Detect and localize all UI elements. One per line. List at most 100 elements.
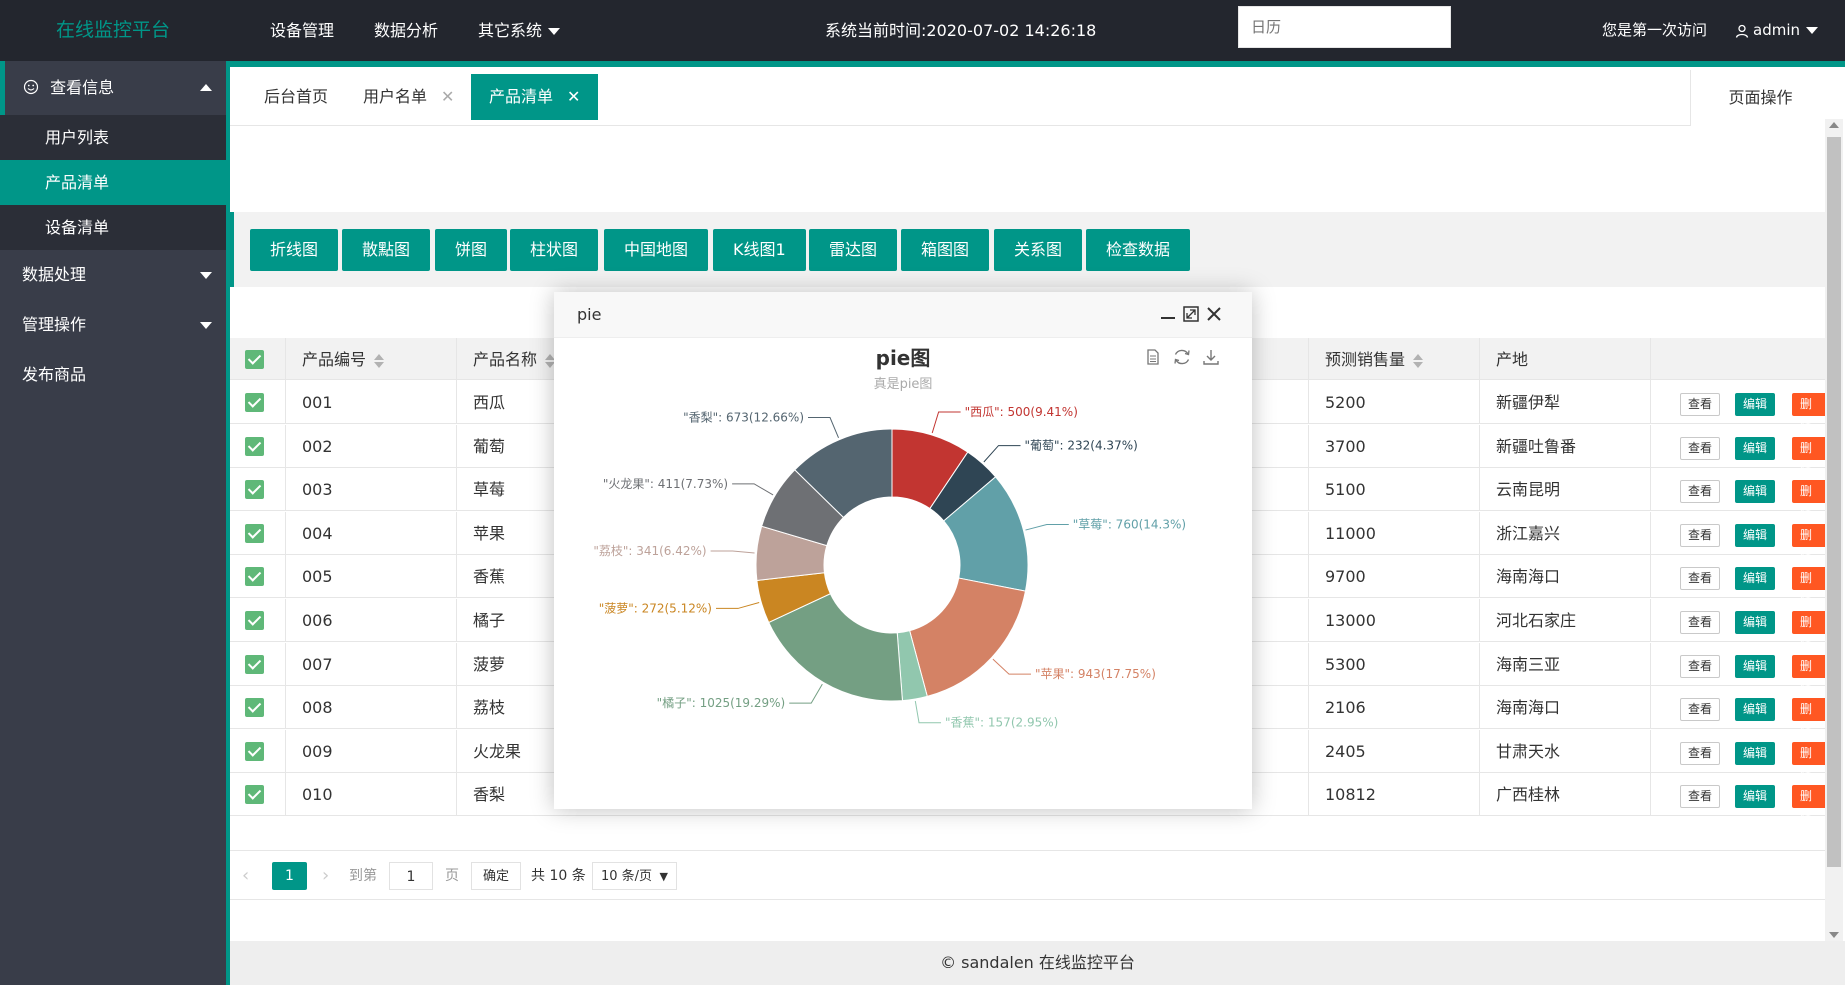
tab-label: 用户名单 <box>363 87 428 106</box>
row-checkbox[interactable] <box>245 785 264 805</box>
calendar-input[interactable] <box>1238 6 1451 48</box>
edit-button[interactable]: 编辑 <box>1735 698 1776 722</box>
row-checkbox[interactable] <box>245 741 264 761</box>
graph-chart-button[interactable]: 关系图 <box>994 229 1083 271</box>
pie-label-line <box>732 483 774 496</box>
row-checkbox[interactable] <box>245 611 264 630</box>
edit-button[interactable]: 编辑 <box>1735 480 1776 504</box>
refresh-icon[interactable] <box>1172 348 1192 366</box>
tab-bar: 后台首页 用户名单 ✕ 产品清单 ✕ <box>230 67 1830 126</box>
sort-icon[interactable] <box>1413 353 1424 368</box>
pie-slice-label: "橘子": 1025(19.29%) <box>657 695 786 710</box>
cell-product-id: 005 <box>285 555 456 599</box>
box-chart-button[interactable]: 箱图图 <box>901 229 990 271</box>
sidebar-item-user-list[interactable]: 用户列表 <box>0 115 226 160</box>
user-menu[interactable]: admin <box>1735 0 1818 61</box>
row-select-cell <box>230 555 285 598</box>
page-unit-label: 页 <box>445 868 459 884</box>
data-view-icon[interactable] <box>1144 348 1162 366</box>
row-checkbox[interactable] <box>245 698 264 718</box>
edit-button[interactable]: 编辑 <box>1735 741 1776 765</box>
pie-slice-label: "香梨": 673(12.66%) <box>683 410 804 424</box>
cell-product-id: 010 <box>285 773 456 817</box>
pie-slice-label: "草莓": 760(14.3%) <box>1073 517 1186 531</box>
vertical-scrollbar[interactable] <box>1825 119 1843 941</box>
goto-page-input[interactable]: 1 <box>389 862 433 890</box>
view-button[interactable]: 查看 <box>1680 654 1721 678</box>
close-icon[interactable]: ✕ <box>441 87 454 106</box>
line-chart-button[interactable]: 折线图 <box>250 229 339 271</box>
scatter-chart-button[interactable]: 散點图 <box>342 229 431 271</box>
tab-home[interactable]: 后台首页 <box>246 74 346 120</box>
scroll-up-icon[interactable] <box>1829 122 1839 128</box>
per-page-value: 10 条/页 <box>601 869 653 884</box>
view-button[interactable]: 查看 <box>1680 698 1721 722</box>
nav-device-management[interactable]: 设备管理 <box>250 0 354 61</box>
pie-chart-button[interactable]: 饼图 <box>435 229 508 271</box>
radar-chart-button[interactable]: 雷达图 <box>809 229 898 271</box>
tab-product-list[interactable]: 产品清单 ✕ <box>471 74 599 120</box>
view-button[interactable]: 查看 <box>1680 567 1721 591</box>
edit-button[interactable]: 编辑 <box>1735 654 1776 678</box>
chart-button-bar: 折线图 散點图 饼图 柱状图 中国地图 K线图1 雷达图 箱图图 关系图 检查数… <box>230 212 1830 287</box>
scroll-down-icon[interactable] <box>1829 932 1839 938</box>
prev-page-icon[interactable]: ‹ <box>242 862 249 890</box>
sidebar: 查看信息 用户列表 产品清单 设备清单 数据处理 管理操作 发布商品 <box>0 61 226 985</box>
edit-button[interactable]: 编辑 <box>1735 785 1776 809</box>
pie-label-line <box>914 700 942 724</box>
confirm-button[interactable]: 确定 <box>471 862 521 890</box>
view-button[interactable]: 查看 <box>1680 480 1721 504</box>
pie-label-line <box>983 445 1021 463</box>
row-select-cell <box>230 773 285 816</box>
row-checkbox[interactable] <box>245 654 264 674</box>
view-button[interactable]: 查看 <box>1680 436 1721 460</box>
download-icon[interactable] <box>1202 348 1220 366</box>
edit-button[interactable]: 编辑 <box>1735 393 1776 416</box>
pagination: ‹ 1 › 到第 1 页 确定 共 10 条 10 条/页 ▼ <box>230 850 1830 900</box>
tab-user-list[interactable]: 用户名单 ✕ <box>345 74 472 120</box>
nav-other-systems[interactable]: 其它系统 <box>458 0 580 61</box>
page-number-current[interactable]: 1 <box>272 862 307 890</box>
check-data-button[interactable]: 检查数据 <box>1086 229 1191 271</box>
edit-button[interactable]: 编辑 <box>1735 567 1776 591</box>
row-select-cell <box>230 381 285 424</box>
app-logo[interactable]: 在线监控平台 <box>0 0 226 61</box>
row-checkbox[interactable] <box>245 436 264 456</box>
select-all-checkbox[interactable] <box>245 350 264 369</box>
row-checkbox[interactable] <box>245 393 264 412</box>
nav-data-analysis[interactable]: 数据分析 <box>354 0 458 61</box>
header-origin: 产地 <box>1479 338 1650 381</box>
row-checkbox[interactable] <box>245 523 264 543</box>
next-page-icon[interactable]: › <box>322 862 329 890</box>
cell-forecast-sales: 5100 <box>1308 468 1479 512</box>
pie-slice-4[interactable] <box>909 577 1027 697</box>
view-button[interactable]: 查看 <box>1680 523 1721 547</box>
sidebar-group-data-processing[interactable]: 数据处理 <box>0 250 226 300</box>
view-button[interactable]: 查看 <box>1680 393 1721 416</box>
header-forecast-sales[interactable]: 预测销售量 <box>1308 338 1479 381</box>
view-button[interactable]: 查看 <box>1680 785 1721 809</box>
china-map-button[interactable]: 中国地图 <box>604 229 709 271</box>
view-button[interactable]: 查看 <box>1680 611 1721 634</box>
edit-button[interactable]: 编辑 <box>1735 436 1776 460</box>
scrollbar-thumb[interactable] <box>1827 137 1841 867</box>
view-button[interactable]: 查看 <box>1680 741 1721 765</box>
bar-chart-button[interactable]: 柱状图 <box>510 229 599 271</box>
row-checkbox[interactable] <box>245 480 264 500</box>
sidebar-item-product-list[interactable]: 产品清单 <box>0 160 226 205</box>
sidebar-item-publish[interactable]: 发布商品 <box>0 350 226 400</box>
goto-label: 到第 <box>349 868 377 884</box>
page-operations-button[interactable]: 页面操作 <box>1690 70 1830 126</box>
edit-button[interactable]: 编辑 <box>1735 523 1776 547</box>
cell-forecast-sales: 10812 <box>1308 773 1479 817</box>
close-icon[interactable]: ✕ <box>567 87 580 106</box>
sort-icon[interactable] <box>374 353 385 368</box>
sidebar-group-view-info[interactable]: 查看信息 <box>0 61 226 115</box>
per-page-select[interactable]: 10 条/页 ▼ <box>592 862 677 890</box>
kline-chart-button[interactable]: K线图1 <box>713 229 806 271</box>
sidebar-group-management[interactable]: 管理操作 <box>0 300 226 350</box>
sidebar-item-device-list[interactable]: 设备清单 <box>0 205 226 250</box>
header-product-id[interactable]: 产品编号 <box>285 338 456 381</box>
row-checkbox[interactable] <box>245 567 264 587</box>
edit-button[interactable]: 编辑 <box>1735 611 1776 634</box>
